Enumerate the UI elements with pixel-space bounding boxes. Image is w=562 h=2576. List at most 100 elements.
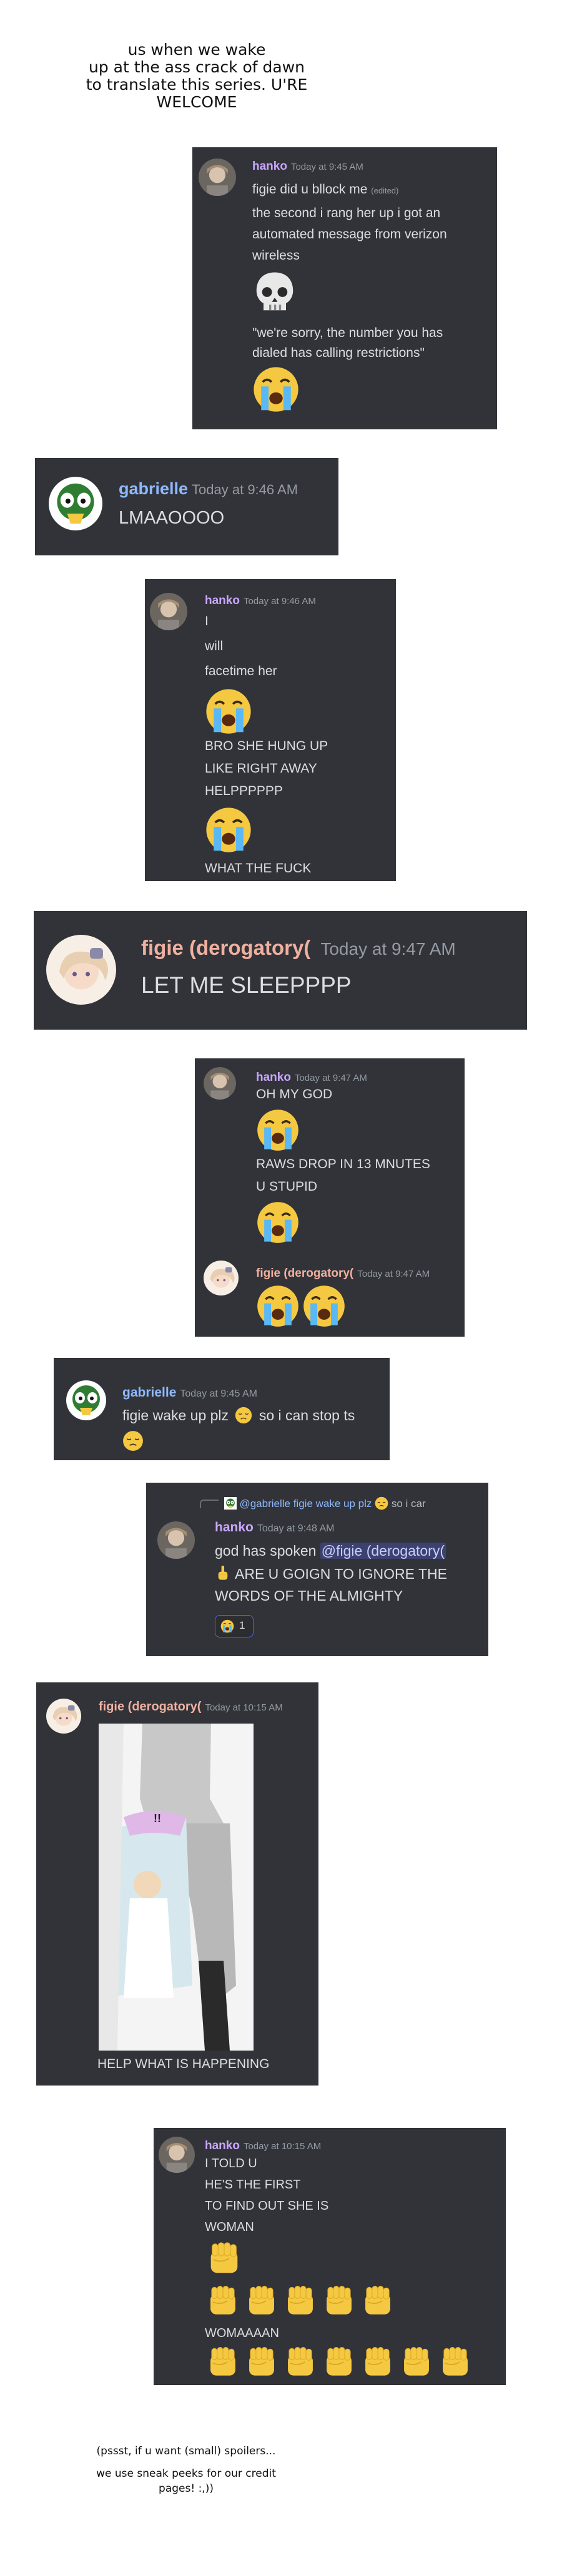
- top-caption: us when we wake up at the ass crack of d…: [75, 41, 318, 111]
- top-caption-line: WELCOME: [156, 93, 237, 111]
- username[interactable]: figie (derogatory(: [99, 1700, 201, 1714]
- bottom-caption-line: pages! :,)): [159, 2482, 214, 2495]
- skull-icon: [252, 270, 297, 315]
- timestamp: Today at 9:48 AM: [257, 1523, 335, 1534]
- timestamp: Today at 9:46 AM: [243, 596, 316, 607]
- message-text: RAWS DROP IN 13 MNUTES: [256, 1157, 430, 1171]
- raised-fist-icon: [205, 2283, 241, 2319]
- raised-fist-icon: [244, 2283, 280, 2319]
- message-text: figie did u bllock me: [252, 182, 368, 197]
- message-text: WOMAAAAN: [205, 2326, 279, 2340]
- message-text: OH MY GOD: [256, 1087, 333, 1101]
- message-panel-4: figie (derogatory(Today at 9:47 AM LET M…: [34, 911, 527, 1030]
- avatar[interactable]: [46, 1699, 81, 1734]
- message-text: will: [205, 639, 224, 653]
- message-text: TO FIND OUT SHE IS: [205, 2199, 329, 2213]
- message-text: god has spoken: [215, 1543, 317, 1559]
- crying-face-icon: [256, 1201, 300, 1244]
- message-panel-7: @gabrielle figie wake up plz so i car ha…: [146, 1483, 488, 1656]
- avatar[interactable]: [204, 1261, 239, 1295]
- message-text: WORDS OF THE ALMIGHTY: [215, 1588, 403, 1604]
- message-text: facetime her: [205, 664, 277, 678]
- username[interactable]: gabrielle: [122, 1385, 176, 1400]
- username[interactable]: hanko: [256, 1071, 291, 1084]
- timestamp: Today at 10:15 AM: [243, 2141, 322, 2152]
- timestamp: Today at 9:47 AM: [294, 1073, 367, 1083]
- crying-face-icon: [256, 1284, 300, 1328]
- crying-face-icon: [302, 1284, 346, 1328]
- disappointed-face-icon: [375, 1496, 388, 1510]
- message-text: figie wake up plz: [122, 1407, 229, 1423]
- message-text: I TOLD U: [205, 2157, 257, 2170]
- avatar[interactable]: [46, 935, 116, 1005]
- pointing-up-icon: [215, 1565, 231, 1581]
- bottom-caption: (pssst, if u want (small) spoilers... we…: [67, 2444, 305, 2496]
- avatar[interactable]: [159, 2137, 195, 2173]
- manga-sfx-text: !!: [154, 1812, 161, 1825]
- message-text: "we're sorry, the number you has: [252, 326, 443, 340]
- bottom-caption-line: we use sneak peeks for our credit: [96, 2467, 276, 2480]
- message-text: dialed has calling restrictions": [252, 346, 425, 360]
- raised-fist-icon: [360, 2283, 396, 2319]
- raised-fist-icon: [244, 2344, 280, 2380]
- reaction-pill[interactable]: 1: [215, 1615, 254, 1637]
- manga-image[interactable]: !!: [99, 1724, 254, 2051]
- avatar[interactable]: [157, 1521, 195, 1559]
- username[interactable]: hanko: [215, 1520, 254, 1534]
- raised-fist-icon: [437, 2344, 473, 2380]
- avatar[interactable]: [204, 1067, 236, 1100]
- timestamp: Today at 10:15 AM: [205, 1702, 283, 1713]
- username[interactable]: gabrielle: [119, 479, 188, 498]
- timestamp: Today at 9:47 AM: [357, 1269, 430, 1279]
- username[interactable]: hanko: [205, 2139, 240, 2152]
- edited-tag: (edited): [371, 186, 399, 195]
- timestamp: Today at 9:45 AM: [180, 1388, 258, 1399]
- message-text: HE'S THE FIRST: [205, 2178, 301, 2192]
- user-mention[interactable]: @figie (derogatory(: [320, 1543, 446, 1559]
- message-panel-9: hanko Today at 10:15 AM I TOLD U HE'S THE…: [154, 2128, 506, 2385]
- timestamp: Today at 9:47 AM: [320, 939, 456, 959]
- reply-text: so i car: [391, 1498, 426, 1510]
- message-panel-8: figie (derogatory( Today at 10:15 AM !! H…: [36, 1682, 318, 2086]
- crying-face-icon: [256, 1108, 300, 1152]
- crying-face-icon: [205, 688, 252, 735]
- message-text: wireless: [252, 248, 300, 263]
- message-text: LIKE RIGHT AWAY: [205, 761, 317, 776]
- raised-fist-icon: [398, 2344, 435, 2380]
- raised-fist-icon: [282, 2344, 318, 2380]
- username[interactable]: hanko: [252, 160, 287, 173]
- reply-text: @gabrielle figie wake up plz: [239, 1498, 372, 1510]
- reply-reference[interactable]: @gabrielle figie wake up plz so i car: [200, 1496, 426, 1510]
- raised-fist-icon: [360, 2344, 396, 2380]
- avatar[interactable]: [66, 1380, 106, 1420]
- avatar[interactable]: [49, 477, 102, 530]
- raised-fist-icon: [205, 2239, 244, 2278]
- message-panel-5: hanko Today at 9:47 AM OH MY GOD RAWS DRO…: [195, 1058, 465, 1337]
- message-panel-6: gabrielle Today at 9:45 AM figie wake up …: [54, 1358, 390, 1460]
- message-panel-1: hanko Today at 9:45 AM figie did u bllock…: [192, 147, 497, 429]
- message-text: the second i rang her up i got an: [252, 206, 441, 220]
- message-text: WHAT THE FUCK: [205, 861, 312, 876]
- timestamp: Today at 9:45 AM: [290, 162, 363, 172]
- avatar[interactable]: [199, 159, 236, 196]
- message-text: BRO SHE HUNG UP: [205, 739, 328, 753]
- message-text: HELP WHAT IS HAPPENING: [97, 2057, 270, 2071]
- crying-face-icon: [205, 806, 252, 854]
- message-text: ARE U GOIGN TO IGNORE THE: [235, 1566, 447, 1582]
- raised-fist-icon: [205, 2344, 241, 2380]
- avatar[interactable]: [150, 593, 187, 630]
- message-text: WOMAN: [205, 2220, 254, 2234]
- message-text: automated message from verizon: [252, 227, 447, 242]
- avatar: [224, 1497, 237, 1510]
- message-text: HELPPPPPP: [205, 784, 283, 798]
- raised-fist-icon: [321, 2283, 357, 2319]
- disappointed-face-icon: [235, 1407, 252, 1424]
- username[interactable]: figie (derogatory(: [256, 1267, 353, 1280]
- reaction-count: 1: [239, 1619, 245, 1631]
- message-text: LMAAOOOO: [119, 508, 225, 528]
- message-text: I: [205, 614, 209, 628]
- bottom-caption-line: (pssst, if u want (small) spoilers...: [96, 2445, 276, 2457]
- crying-face-icon: [220, 1619, 234, 1633]
- username[interactable]: hanko: [205, 594, 240, 607]
- username[interactable]: figie (derogatory(: [141, 936, 310, 959]
